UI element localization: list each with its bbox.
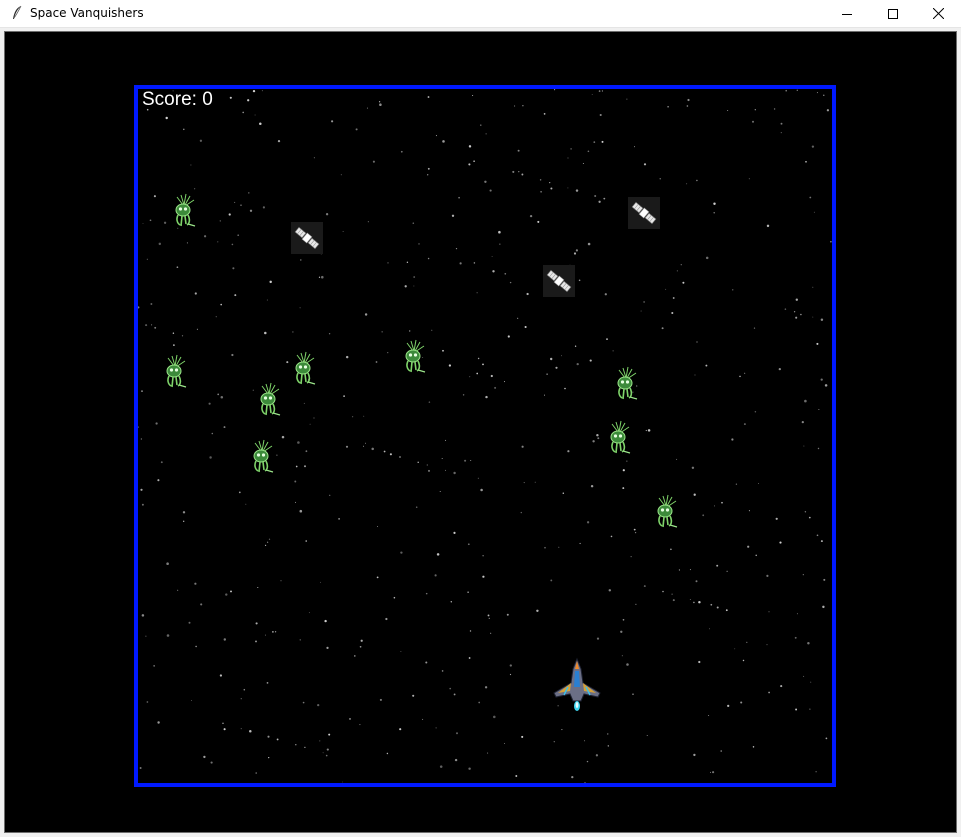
window-title: Space Vanquishers — [30, 6, 144, 20]
satellite-enemy — [628, 197, 660, 233]
green-alien-enemy — [253, 382, 285, 422]
close-icon — [932, 8, 944, 19]
starfield — [138, 89, 832, 783]
close-button[interactable] — [915, 0, 961, 27]
green-alien-enemy — [288, 351, 320, 391]
green-alien-enemy — [398, 339, 430, 379]
green-alien-enemy — [610, 366, 642, 406]
minimize-button[interactable] — [824, 0, 870, 27]
feather-icon — [13, 5, 22, 19]
green-alien-enemy — [603, 420, 635, 460]
maximize-icon — [888, 8, 898, 19]
score-label: Score: 0 — [142, 89, 213, 110]
title-bar[interactable]: Space Vanquishers — [0, 0, 961, 28]
green-alien-enemy — [650, 494, 682, 534]
satellite-enemy — [543, 265, 575, 301]
player-spaceship[interactable] — [550, 657, 604, 721]
satellite-enemy — [291, 222, 323, 258]
green-alien-enemy — [246, 439, 278, 479]
game-canvas[interactable]: Score: 0 — [4, 31, 957, 833]
maximize-button[interactable] — [870, 0, 916, 27]
playfield-border: Score: 0 — [134, 85, 836, 787]
green-alien-enemy — [159, 354, 191, 394]
minimize-icon — [842, 13, 852, 15]
green-alien-enemy — [168, 193, 200, 233]
game-window: Space Vanquishers Score: 0 — [0, 0, 961, 837]
